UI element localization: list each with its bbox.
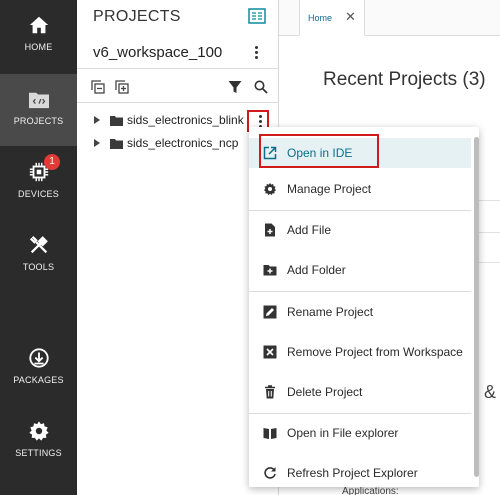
nav-tools[interactable]: TOOLS — [0, 234, 77, 272]
gear-icon — [263, 182, 277, 196]
project-context-menu: Open in IDE Manage Project Add File Add … — [249, 127, 479, 487]
workspace-row: v6_workspace_100 — [77, 36, 279, 69]
project-name: sids_electronics_blink — [127, 113, 244, 127]
nav-label: HOME — [24, 42, 53, 52]
nav-settings[interactable]: SETTINGS — [0, 420, 77, 458]
nav-label: SETTINGS — [15, 448, 62, 458]
menu-add-file[interactable]: Add File — [249, 215, 471, 245]
menu-item-label: Add Folder — [287, 263, 346, 277]
menu-item-label: Remove Project from Workspace — [287, 345, 463, 359]
nav-packages[interactable]: PACKAGES — [0, 347, 77, 385]
menu-open-in-file-explorer[interactable]: Open in File explorer — [249, 418, 471, 448]
tools-icon — [29, 235, 48, 254]
nav-devices[interactable]: 1 DEVICES — [0, 154, 77, 199]
expand-caret-icon[interactable] — [94, 116, 100, 124]
download-icon — [28, 348, 49, 368]
page-title: Recent Projects (3) — [323, 69, 486, 90]
folder-plus-icon — [263, 265, 277, 276]
menu-separator — [249, 210, 471, 211]
menu-item-label: Rename Project — [287, 305, 374, 319]
content-heading-fragment: & — [484, 382, 497, 402]
close-icon[interactable]: ✕ — [345, 9, 356, 25]
menu-remove-project[interactable]: Remove Project from Workspace — [249, 337, 471, 367]
nav-home[interactable]: HOME — [0, 14, 77, 52]
highlight-open-in-ide — [259, 134, 379, 168]
menu-delete-project[interactable]: Delete Project — [249, 377, 471, 407]
tab-home[interactable]: Home ✕ — [299, 0, 365, 36]
tab-bar: Home ✕ — [279, 0, 500, 36]
menu-rename-project[interactable]: Rename Project — [249, 297, 471, 327]
trash-icon — [265, 385, 275, 399]
collapse-all-icon[interactable] — [90, 79, 106, 95]
expand-caret-icon[interactable] — [94, 139, 100, 147]
menu-separator — [249, 291, 471, 292]
menu-scrollbar[interactable] — [474, 137, 479, 477]
menu-add-folder[interactable]: Add Folder — [249, 255, 471, 285]
menu-item-label: Refresh Project Explorer — [287, 466, 418, 480]
book-open-icon — [263, 428, 277, 439]
tab-label: Home — [308, 13, 333, 23]
workspace-name: v6_workspace_100 — [93, 44, 223, 61]
nav-label: TOOLS — [22, 262, 55, 272]
project-settings-icon[interactable] — [248, 8, 266, 24]
menu-item-label: Open in File explorer — [287, 426, 399, 440]
close-box-icon — [263, 345, 277, 359]
filter-icon[interactable] — [227, 79, 243, 95]
gear-icon — [28, 421, 49, 441]
panel-toolbar — [77, 70, 279, 103]
nav-label: PACKAGES — [13, 375, 64, 385]
menu-item-label: Manage Project — [287, 182, 372, 196]
folder-icon — [110, 116, 123, 126]
nav-label: PROJECTS — [13, 116, 64, 126]
menu-separator — [249, 413, 471, 414]
edit-icon — [263, 305, 277, 319]
panel-title: PROJECTS — [93, 8, 181, 25]
file-plus-icon — [265, 223, 275, 237]
nav-projects[interactable]: PROJECTS — [0, 74, 77, 146]
menu-item-label: Delete Project — [287, 385, 363, 399]
refresh-icon — [264, 467, 276, 479]
left-nav: HOME PROJECTS 1 DEVICES TOOLS PACKAGES S… — [0, 0, 77, 495]
folder-icon — [110, 139, 123, 149]
search-icon[interactable] — [253, 79, 269, 95]
menu-manage-project[interactable]: Manage Project — [249, 174, 471, 204]
projects-icon — [28, 92, 49, 109]
nav-label: DEVICES — [18, 189, 59, 199]
menu-item-label: Add File — [287, 223, 332, 237]
expand-all-icon[interactable] — [114, 79, 130, 95]
home-icon — [29, 16, 48, 34]
menu-refresh-explorer[interactable]: Refresh Project Explorer — [249, 458, 471, 488]
project-name: sids_electronics_ncp — [127, 136, 239, 150]
devices-badge: 1 — [44, 154, 60, 170]
workspace-more-button[interactable] — [249, 44, 263, 62]
